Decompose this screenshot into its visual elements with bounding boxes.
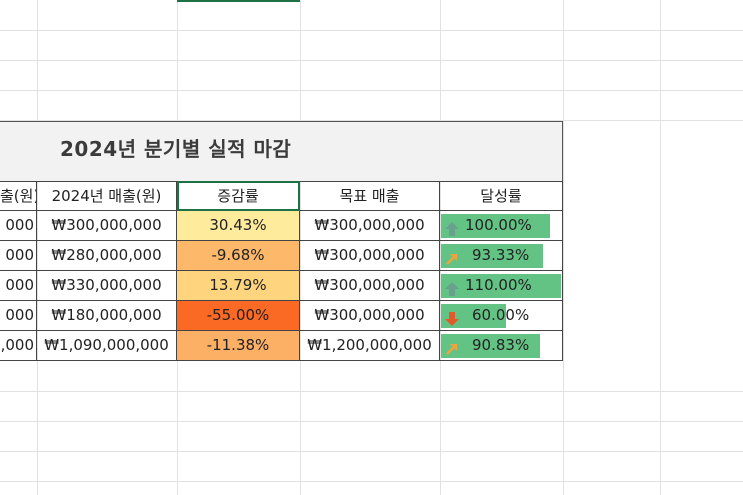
cell-target-sales[interactable]: ₩300,000,000 (300, 211, 440, 241)
up-arrow-icon (444, 218, 460, 236)
cell-sales-2024[interactable]: ₩330,000,000 (37, 271, 177, 301)
achievement-value: 100.00% (465, 216, 532, 234)
cell-prev-sales[interactable]: 000 (0, 271, 37, 301)
grid-row-line (0, 421, 743, 422)
up-arrow-icon (444, 278, 460, 296)
cell-sales-2024[interactable]: ₩1,090,000,000 (37, 331, 177, 361)
header-change-rate[interactable]: 증감률 (177, 181, 300, 211)
achievement-value: 110.00% (465, 276, 532, 294)
cell-target-sales[interactable]: ₩300,000,000 (300, 301, 440, 331)
cell-achievement-rate[interactable]: 60.00% (440, 301, 563, 331)
down-arrow-icon (444, 308, 460, 326)
up-right-arrow-icon (444, 338, 460, 355)
cell-target-sales[interactable]: ₩300,000,000 (300, 241, 440, 271)
cell-sales-2024[interactable]: ₩180,000,000 (37, 301, 177, 331)
achievement-value: 60.00% (472, 306, 530, 324)
achievement-value: 93.33% (472, 246, 530, 264)
cell-sales-2024[interactable]: ₩280,000,000 (37, 241, 177, 271)
cell-achievement-rate[interactable]: 100.00% (440, 211, 563, 241)
cell-change-rate[interactable]: -11.38% (177, 331, 300, 361)
cell-achievement-rate[interactable]: 110.00% (440, 271, 563, 301)
sheet-title: 2024년 분기별 실적 마감 (60, 137, 292, 161)
cell-prev-sales[interactable]: 000 (0, 241, 37, 271)
grid-row-line (0, 451, 743, 452)
header-target-sales[interactable]: 목표 매출 (300, 181, 440, 211)
cell-change-rate[interactable]: 13.79% (177, 271, 300, 301)
grid-row-line (0, 30, 743, 31)
grid-row-line (0, 90, 743, 91)
up-right-arrow-icon (444, 248, 460, 265)
grid-row-line (0, 481, 743, 482)
column-selection-indicator (177, 0, 300, 2)
cell-change-rate[interactable]: 30.43% (177, 211, 300, 241)
cell-target-sales[interactable]: ₩300,000,000 (300, 271, 440, 301)
cell-achievement-rate[interactable]: 93.33% (440, 241, 563, 271)
grid-row-line (0, 60, 743, 61)
cell-prev-sales[interactable]: ,000 (0, 331, 37, 361)
grid-row-line (0, 391, 743, 392)
header-prev-sales[interactable]: 출(원) (0, 181, 37, 211)
cell-change-rate[interactable]: -55.00% (177, 301, 300, 331)
achievement-value: 90.83% (472, 336, 530, 354)
cell-target-sales[interactable]: ₩1,200,000,000 (300, 331, 440, 361)
cell-prev-sales[interactable]: 000 (0, 211, 37, 241)
cell-sales-2024[interactable]: ₩300,000,000 (37, 211, 177, 241)
cell-change-rate[interactable]: -9.68% (177, 241, 300, 271)
header-sales-2024[interactable]: 2024년 매출(원) (37, 181, 177, 211)
cell-achievement-rate[interactable]: 90.83% (440, 331, 563, 361)
cell-prev-sales[interactable]: 000 (0, 301, 37, 331)
header-achievement-rate[interactable]: 달성률 (440, 181, 563, 211)
